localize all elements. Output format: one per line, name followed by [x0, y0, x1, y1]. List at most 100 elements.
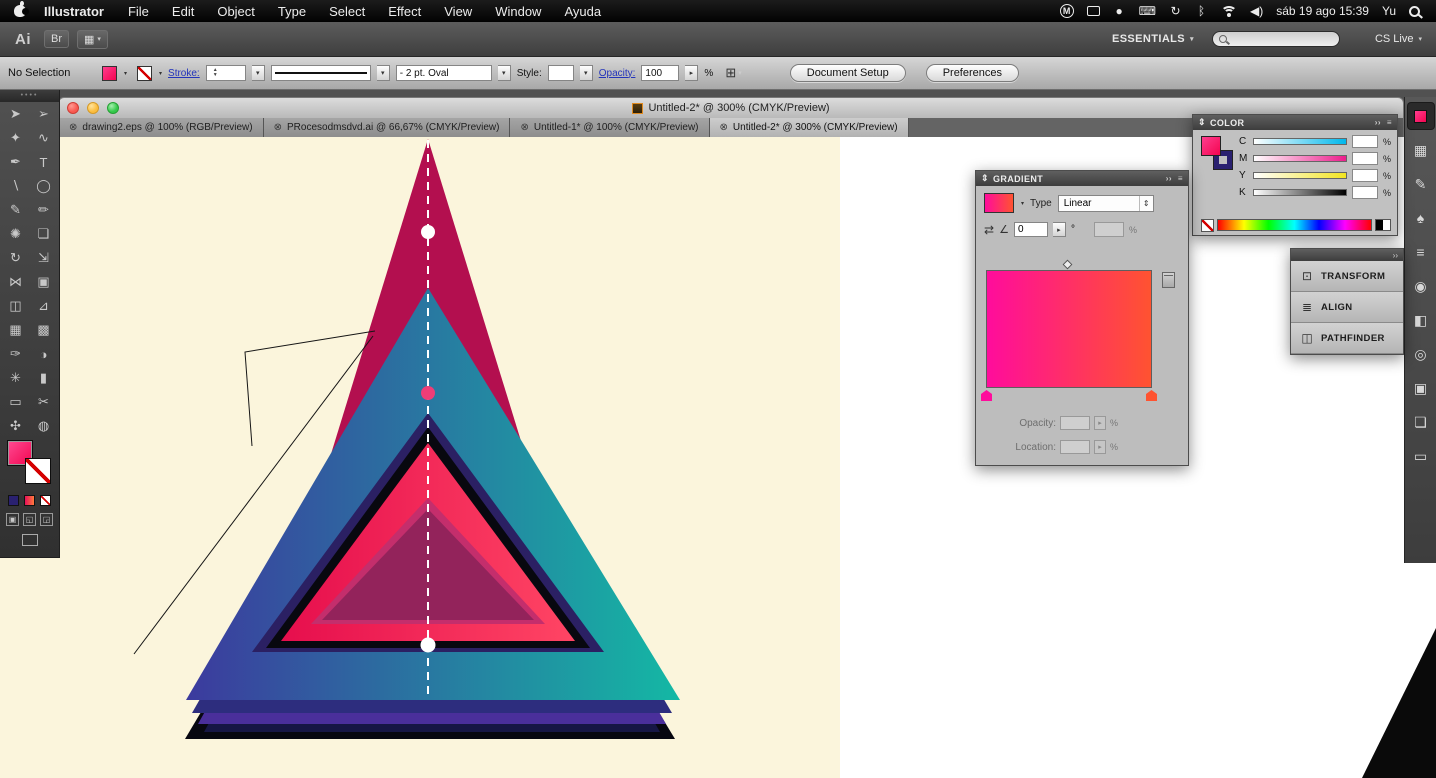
bridge-button[interactable]: Br	[44, 30, 69, 48]
channel-slider[interactable]	[1253, 189, 1347, 196]
stroke-weight-field[interactable]: ▲ ▼	[205, 65, 246, 81]
record-icon[interactable]: ●	[1113, 4, 1126, 18]
spotlight-icon[interactable]	[1409, 5, 1420, 17]
tab-close-icon[interactable]: ⊗	[520, 122, 528, 133]
swatches-panel-icon[interactable]: ▦	[1408, 137, 1434, 163]
fill-color-swatch[interactable]	[102, 65, 117, 81]
gradient-angle-field[interactable]: 0	[1013, 222, 1048, 237]
gradient-panel-header[interactable]: ⇕ GRADIENT ›› ≡	[976, 171, 1188, 186]
tab-close-icon[interactable]: ⊗	[69, 122, 77, 133]
toolbar-stroke-swatch[interactable]	[25, 458, 51, 484]
panel-button-transform[interactable]: ⊡ TRANSFORM	[1291, 261, 1403, 292]
chevron-down-icon[interactable]: ▾	[159, 70, 162, 77]
menu-ayuda[interactable]: Ayuda	[564, 4, 601, 19]
width-profile-dropdown[interactable]	[270, 65, 371, 81]
channel-value-field[interactable]	[1352, 135, 1378, 148]
time-machine-icon[interactable]: ↻	[1169, 4, 1182, 18]
symbol-sprayer-tool[interactable]: ✳	[2, 366, 30, 390]
tab-close-icon[interactable]: ⊗	[274, 122, 282, 133]
stepper-icon[interactable]: ▲ ▼	[213, 68, 218, 78]
gradient-angle-arrow[interactable]: ▸	[1052, 222, 1066, 237]
color-panel-header[interactable]: ⇕ COLOR ›› ≡	[1193, 115, 1397, 130]
keyboard-icon[interactable]: ⌨	[1139, 4, 1156, 18]
ellipse-tool[interactable]: ◯	[30, 174, 58, 198]
document-tab-2[interactable]: ⊗ PRocesodmsdvd.ai @ 66,67% (CMYK/Preview…	[263, 118, 511, 137]
gradient-slider-preview[interactable]	[986, 270, 1152, 388]
gradient-midpoint-handle[interactable]	[1062, 259, 1073, 270]
blob-brush-tool[interactable]: ✺	[2, 222, 30, 246]
pen-tool[interactable]: ✒	[2, 150, 30, 174]
appearance-panel-icon[interactable]: ◎	[1408, 341, 1434, 367]
workspace-switcher[interactable]: ESSENTIALS ▾	[1112, 33, 1194, 45]
transparency-panel-icon[interactable]: ◧	[1408, 307, 1434, 333]
panel-collapse-arrows-icon[interactable]: ››	[1166, 174, 1172, 183]
lasso-tool[interactable]: ∿	[30, 126, 58, 150]
brush-definition-arrow[interactable]: ▾	[497, 65, 511, 81]
menu-file[interactable]: File	[128, 4, 149, 19]
apple-logo-icon[interactable]	[14, 1, 29, 17]
panel-collapse-icon[interactable]: ⇕	[1198, 117, 1206, 128]
none-swatch-icon[interactable]	[1201, 218, 1214, 232]
gradient-annotator-mid-handle[interactable]	[421, 386, 435, 400]
symbols-panel-icon[interactable]: ♠	[1408, 205, 1434, 231]
preferences-button[interactable]: Preferences	[925, 64, 1019, 82]
channel-value-field[interactable]	[1352, 152, 1378, 165]
direct-selection-tool[interactable]: ➢	[30, 102, 58, 126]
search-input[interactable]	[1230, 33, 1333, 45]
chevron-down-icon[interactable]: ▾	[124, 70, 127, 77]
paintbrush-tool[interactable]: ✎	[2, 198, 30, 222]
document-tab-1[interactable]: ⊗ drawing2.eps @ 100% (RGB/Preview)	[59, 118, 264, 137]
channel-value-field[interactable]	[1352, 186, 1378, 199]
menu-edit[interactable]: Edit	[172, 4, 194, 19]
gradient-stop-left[interactable]	[981, 390, 992, 401]
black-corner-shape[interactable]	[1362, 628, 1436, 778]
draw-normal-icon[interactable]: ▣	[6, 512, 19, 526]
color-button[interactable]	[8, 494, 19, 506]
stroke-panel-icon[interactable]: ≡	[1408, 239, 1434, 265]
panel-group-header[interactable]: ››	[1291, 249, 1403, 261]
layers-panel-icon[interactable]: ❏	[1408, 409, 1434, 435]
gradient-tool[interactable]: ▩	[30, 318, 58, 342]
slice-tool[interactable]: ✂	[30, 390, 58, 414]
gradient-button[interactable]	[24, 494, 35, 506]
column-graph-tool[interactable]: ▮	[30, 366, 58, 390]
menu-type[interactable]: Type	[278, 4, 306, 19]
panel-collapse-arrows-icon[interactable]: ››	[1375, 118, 1381, 127]
black-white-swatches[interactable]	[1375, 219, 1391, 231]
hand-tool[interactable]: ✣	[2, 414, 30, 438]
m-app-icon[interactable]: M	[1059, 4, 1074, 18]
opacity-field[interactable]: 100	[641, 65, 680, 81]
battery-icon[interactable]	[1086, 6, 1100, 16]
color-spectrum-bar[interactable]	[1217, 219, 1372, 231]
eyedropper-tool[interactable]: ✑	[2, 342, 30, 366]
perspective-grid-tool[interactable]: ⊿	[30, 294, 58, 318]
artboard-tool[interactable]: ▭	[2, 390, 30, 414]
scale-tool[interactable]: ⇲	[30, 246, 58, 270]
gradient-type-dropdown[interactable]: Linear ⇕	[1057, 194, 1154, 212]
help-search-field[interactable]	[1211, 31, 1340, 47]
style-dropdown-arrow[interactable]: ▾	[579, 65, 593, 81]
gradient-annotator-end-handle[interactable]	[420, 637, 436, 653]
mesh-tool[interactable]: ▦	[2, 318, 30, 342]
artboards-panel-icon[interactable]: ▭	[1408, 443, 1434, 469]
gradient-swatch-arrow[interactable]: ▾	[1021, 200, 1024, 207]
gradient-panel-icon[interactable]: ◉	[1408, 273, 1434, 299]
style-dropdown[interactable]	[547, 65, 574, 81]
tab-close-icon[interactable]: ⊗	[720, 122, 728, 133]
channel-value-field[interactable]	[1352, 169, 1378, 182]
panel-collapse-icon[interactable]: ⇕	[981, 173, 989, 184]
opacity-dropdown-arrow[interactable]: ▸	[685, 65, 699, 81]
volume-icon[interactable]: ◀)	[1250, 4, 1263, 18]
channel-slider[interactable]	[1253, 138, 1347, 145]
panel-collapse-arrows-icon[interactable]: ››	[1393, 251, 1398, 260]
menu-object[interactable]: Object	[217, 4, 255, 19]
menu-select[interactable]: Select	[329, 4, 365, 19]
menu-user[interactable]: Yu	[1382, 4, 1396, 18]
stroke-weight-dropdown[interactable]: ▾	[251, 65, 265, 81]
graphic-styles-panel-icon[interactable]: ▣	[1408, 375, 1434, 401]
screen-mode-icon[interactable]	[21, 534, 38, 546]
wifi-icon[interactable]	[1221, 5, 1237, 17]
pencil-tool[interactable]: ✏	[30, 198, 58, 222]
tools-panel-grip[interactable]: ••••	[0, 90, 59, 102]
width-profile-arrow[interactable]: ▾	[376, 65, 390, 81]
